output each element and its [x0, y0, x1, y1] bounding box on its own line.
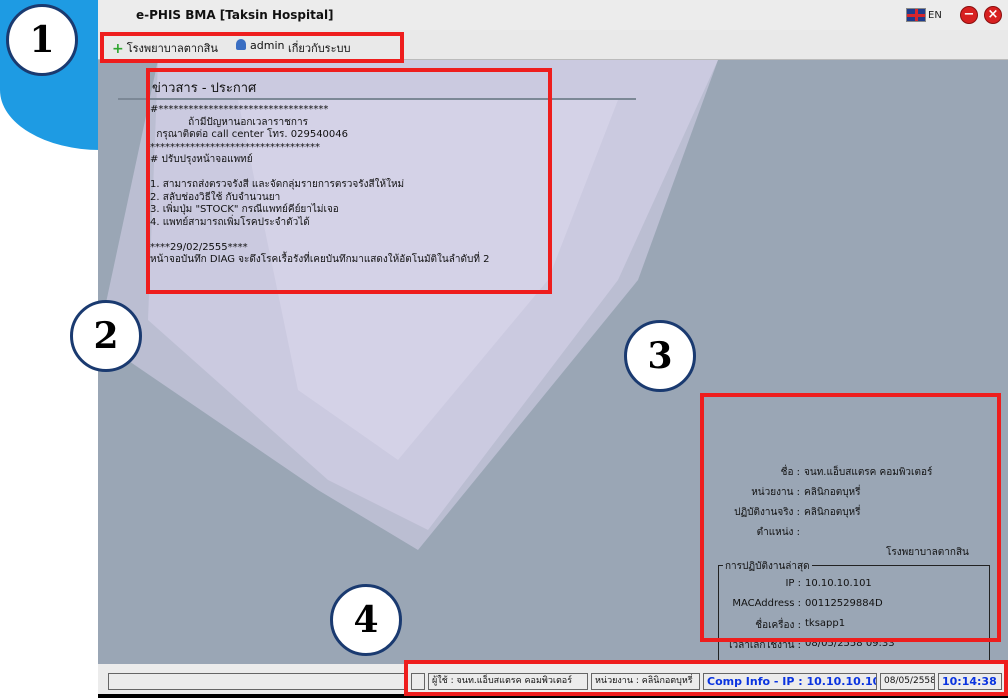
status-bar: ผู้ใช้ : จนท.แอ็บสแตรค คอมพิวเตอร์ หน่วย…	[98, 664, 1008, 694]
status-user: ผู้ใช้ : จนท.แอ็บสแตรค คอมพิวเตอร์	[428, 673, 588, 690]
last-use-label: เวลาเลิกใช้งาน :	[729, 640, 801, 651]
menu-about[interactable]: เกี่ยวกับระบบ	[288, 39, 350, 57]
status-unit: หน่วยงาน : คลินิกอตบุหรี่	[591, 673, 700, 690]
news-line: หน้าจอบันทึก DIAG จะดึงโรคเรื้อรังที่เคย…	[150, 254, 490, 265]
status-comp-info: Comp Info - IP : 10.10.10.101	[703, 673, 877, 690]
last-use-value: 08/05/2558 09:33	[805, 638, 895, 649]
close-button[interactable]: ×	[984, 6, 1002, 24]
status-date: 08/05/2558	[880, 673, 935, 690]
status-blank	[108, 673, 408, 690]
position-label: ตำแหน่ง :	[756, 527, 800, 538]
news-line	[150, 167, 489, 180]
title-bar: e-PHIS BMA [Taksin Hospital] EN − ×	[98, 0, 1008, 30]
news-body: #********************************** ถ้าม…	[150, 104, 489, 267]
menu-hospital-label: โรงพยาบาลตากสิน	[126, 42, 218, 55]
last-activity-group: การปฏิบัติงานล่าสุด IP : 10.10.10.101 MAC…	[718, 559, 990, 664]
ip-label: IP :	[785, 578, 801, 589]
user-icon	[236, 39, 246, 50]
status-spacer	[411, 673, 425, 690]
menu-user-label: admin	[250, 39, 285, 52]
window-title: e-PHIS BMA [Taksin Hospital]	[136, 8, 334, 22]
mac-label: MACAddress :	[732, 598, 801, 609]
machine-label: ชื่อเครื่อง :	[755, 620, 801, 631]
ip-value: 10.10.10.101	[805, 578, 872, 589]
callout-3: 3	[624, 320, 696, 392]
machine-value: tksapp1	[805, 618, 846, 629]
name-value: จนท.แอ็บสแตรค คอมพิวเตอร์	[804, 467, 933, 478]
minimize-button[interactable]: −	[960, 6, 978, 24]
unit-value: คลินิกอตบุหรี่	[804, 487, 861, 498]
mac-value: 00112529884D	[805, 598, 883, 609]
main-content: ข่าวสาร - ประกาศ #**********************…	[98, 60, 1008, 664]
last-activity-title: การปฏิบัติงานล่าสุด	[723, 559, 812, 574]
news-line: # ปรับปรุงหน้าจอแพทย์	[150, 154, 253, 165]
plus-icon: +	[112, 41, 124, 57]
news-line: ถ้ามีปัญหานอกเวลาราชการ	[150, 116, 308, 128]
news-divider	[118, 98, 636, 100]
news-line: **********************************	[150, 141, 320, 153]
callout-4: 4	[330, 584, 402, 656]
language-label[interactable]: EN	[928, 10, 942, 21]
news-line: 4. แพทย์สามารถเพิ่มโรคประจำตัวได้	[150, 216, 310, 228]
menu-user[interactable]: admin	[236, 39, 284, 52]
callout-2: 2	[70, 300, 142, 372]
news-title: ข่าวสาร - ประกาศ	[152, 81, 257, 96]
hospital-name: โรงพยาบาลตากสิน	[886, 547, 969, 558]
uk-flag-icon[interactable]	[906, 8, 926, 22]
name-label: ชื่อ :	[780, 467, 800, 478]
news-line: 3. เพิ่มปุ่ม "STOCK" กรณีแพทย์คีย์ยาไม่เ…	[150, 204, 339, 215]
status-time: 10:14:38	[938, 673, 1002, 690]
news-line: 2. สลับช่องวิธีใช้ กับจำนวนยา	[150, 191, 281, 203]
actual-unit-value: คลินิกอตบุหรี่	[804, 507, 861, 518]
unit-label: หน่วยงาน :	[751, 487, 800, 498]
news-line	[150, 229, 489, 242]
callout-1: 1	[6, 4, 78, 76]
app-window: e-PHIS BMA [Taksin Hospital] EN − × + โรง…	[98, 0, 1008, 698]
menu-hospital[interactable]: + โรงพยาบาลตากสิน	[112, 39, 218, 57]
news-line: กรุณาติดต่อ call center โทร. 029540046	[150, 129, 349, 140]
news-line: 1. สามารถส่งตรวจรังสี และจัดกลุ่มรายการต…	[150, 179, 405, 190]
menu-bar: + โรงพยาบาลตากสิน admin เกี่ยวกับระบบ	[98, 30, 1008, 60]
actual-unit-label: ปฏิบัติงานจริง :	[734, 507, 800, 518]
news-line: #**********************************	[150, 104, 329, 115]
news-line: ****29/02/2555****	[150, 241, 248, 253]
